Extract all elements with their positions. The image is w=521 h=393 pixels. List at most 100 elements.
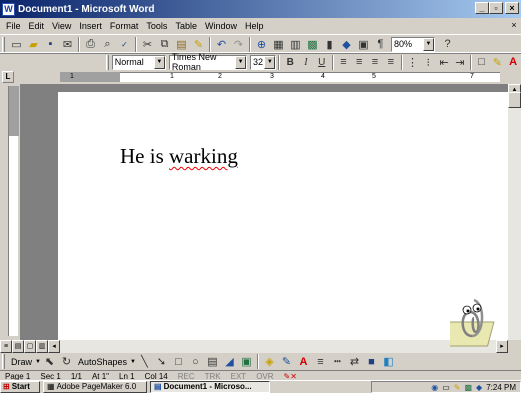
show-hide-icon[interactable]: ¶ [372,36,389,53]
clock[interactable]: 7:24 PM [486,383,516,392]
bullets-icon[interactable]: ⁝ [420,54,436,71]
close-button[interactable]: × [505,2,519,14]
tray-icon-3[interactable]: ✎ [454,383,461,392]
arrow-icon[interactable]: ➘ [153,353,170,370]
toolbar-grip[interactable] [2,354,5,369]
underline-button[interactable]: U [314,54,330,71]
undo-icon[interactable]: ↶ [213,36,230,53]
web-layout-icon[interactable]: ▤ [12,340,24,353]
line-icon[interactable]: ╲ [136,353,153,370]
align-left-icon[interactable]: ≡ [336,54,352,71]
menu-format[interactable]: Format [106,21,143,31]
tray-icon-1[interactable]: ◉ [431,383,438,392]
print-icon[interactable]: ⎙ [82,36,99,53]
decrease-indent-icon[interactable]: ⇤ [436,54,452,71]
document-page[interactable]: He is warking [58,92,508,340]
shadow-icon[interactable]: ■ [363,353,380,370]
chevron-down-icon[interactable]: ▼ [153,55,165,69]
task-word-document[interactable]: ▤ Document1 - Microso... [150,380,270,393]
print-preview-icon[interactable]: ⌕ [99,36,116,53]
autoshapes-menu[interactable]: AutoShapes [75,357,130,367]
redo-icon[interactable]: ↷ [230,36,247,53]
free-rotate-icon[interactable]: ↻ [58,353,75,370]
chevron-down-icon[interactable]: ▼ [423,37,434,51]
bold-button[interactable]: B [282,54,298,71]
align-right-icon[interactable]: ≡ [367,54,383,71]
format-painter-icon[interactable]: ✎ [190,36,207,53]
insert-table-icon[interactable]: ▥ [287,36,304,53]
vertical-scrollbar[interactable]: ▲ [508,84,521,340]
outline-view-icon[interactable]: ▥ [36,340,48,353]
task-pagemaker[interactable]: ▦ Adobe PageMaker 6.0 [43,380,147,393]
wordart-icon[interactable]: ◢ [221,353,238,370]
help-icon[interactable]: ? [439,36,456,53]
text-box-icon[interactable]: ▤ [204,353,221,370]
minimize-button[interactable]: _ [475,2,489,14]
toolbar-grip[interactable] [105,54,109,70]
chevron-down-icon[interactable]: ▼ [264,55,276,69]
justify-icon[interactable]: ≡ [383,54,399,71]
menu-file[interactable]: File [2,21,25,31]
oval-icon[interactable]: ○ [187,353,204,370]
align-center-icon[interactable]: ≡ [351,54,367,71]
document-text[interactable]: He is warking [120,144,238,169]
menu-table[interactable]: Table [171,21,201,31]
rectangle-icon[interactable]: □ [170,353,187,370]
vertical-ruler[interactable] [8,86,19,336]
email-icon[interactable]: ✉ [59,36,76,53]
start-button[interactable]: ⊞ Start [0,380,40,393]
insert-excel-icon[interactable]: ▩ [304,36,321,53]
print-layout-icon[interactable]: ▢ [24,340,36,353]
3d-icon[interactable]: ◧ [380,353,397,370]
line-color-icon[interactable]: ✎ [278,353,295,370]
document-close-icon[interactable]: × [509,20,519,30]
title-bar[interactable]: W Document1 - Microsoft Word _ ▫ × [0,0,521,18]
copy-icon[interactable]: ⧉ [156,36,173,53]
menu-tools[interactable]: Tools [142,21,171,31]
zoom-select[interactable]: 80% ▼ [391,36,435,52]
font-color-icon[interactable]: A [295,353,312,370]
style-select[interactable]: Normal ▼ [111,54,166,70]
menu-edit[interactable]: Edit [25,21,49,31]
document-map-icon[interactable]: ▣ [355,36,372,53]
numbering-icon[interactable]: ⋮ [405,54,421,71]
italic-button[interactable]: I [298,54,314,71]
font-color-icon[interactable]: A [505,54,521,71]
chevron-down-icon[interactable]: ▼ [235,55,247,69]
scroll-thumb[interactable] [508,92,521,108]
open-folder-icon[interactable]: ▰ [25,36,42,53]
line-style-icon[interactable]: ≡ [312,353,329,370]
font-size-select[interactable]: 32 ▼ [250,54,277,70]
scroll-left-icon[interactable]: ◂ [48,340,60,353]
increase-indent-icon[interactable]: ⇥ [452,54,468,71]
tables-borders-icon[interactable]: ▦ [270,36,287,53]
select-objects-icon[interactable]: ⬉ [41,353,58,370]
horizontal-scrollbar[interactable]: ≡ ▤ ▢ ▥ ◂ ▸ [0,340,508,353]
tray-icon-4[interactable]: ▩ [464,383,472,392]
save-icon[interactable]: ▪ [42,36,59,53]
fill-color-icon[interactable]: ◈ [261,353,278,370]
menu-insert[interactable]: Insert [75,21,106,31]
misspelled-word[interactable]: warking [169,144,238,168]
maximize-button[interactable]: ▫ [489,2,503,14]
draw-menu[interactable]: Draw [8,357,35,367]
tab-stop-selector[interactable]: L [2,71,14,83]
tray-icon-5[interactable]: ◆ [476,383,482,392]
border-icon[interactable]: □ [474,54,490,71]
highlight-icon[interactable]: ✎ [489,54,505,71]
clip-art-icon[interactable]: ▣ [238,353,255,370]
menu-view[interactable]: View [48,21,75,31]
tray-icon-2[interactable]: ▭ [442,383,450,392]
hyperlink-icon[interactable]: ⊕ [253,36,270,53]
dash-style-icon[interactable]: ┅ [329,353,346,370]
normal-view-icon[interactable]: ≡ [0,340,12,353]
columns-icon[interactable]: ▮ [321,36,338,53]
paste-icon[interactable]: ▤ [173,36,190,53]
menu-help[interactable]: Help [241,21,268,31]
font-select[interactable]: Times New Roman ▼ [168,52,248,72]
menu-window[interactable]: Window [201,21,241,31]
office-assistant-clippy-icon[interactable] [450,292,506,348]
horizontal-ruler[interactable]: L 1 1 2 3 4 5 7 [0,70,521,84]
word-app-icon[interactable]: W [2,2,15,16]
spelling-icon[interactable]: ✓ [116,36,133,53]
